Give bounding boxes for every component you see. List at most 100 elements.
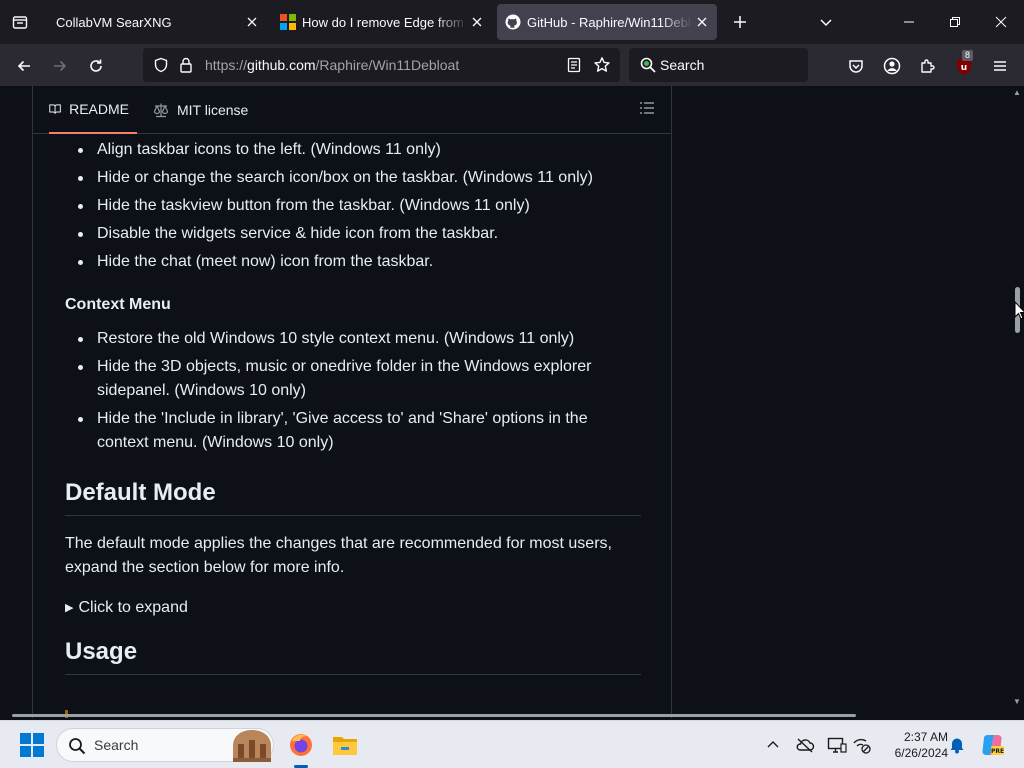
close-window-button[interactable] [978, 0, 1024, 44]
search-icon [69, 738, 86, 755]
close-tab-icon[interactable] [243, 13, 261, 31]
puzzle-icon [921, 59, 935, 73]
firefox-view-button[interactable] [8, 10, 32, 34]
copilot-button[interactable]: PRE [978, 731, 1006, 759]
list-item: Hide or change the search icon/box on th… [78, 166, 641, 190]
triangle-right-icon: ▶ [65, 602, 74, 614]
list-item: Restore the old Windows 10 style context… [78, 327, 641, 351]
url-text[interactable]: https://github.com/Raphire/Win11Debloat [205, 57, 459, 73]
tab-title: CollabVM SearXNG [56, 14, 172, 30]
forward-button[interactable] [46, 52, 74, 80]
minimize-icon [904, 21, 914, 23]
chevron-down-icon [820, 19, 832, 27]
firefox-icon [290, 734, 312, 756]
readme-header: README MIT license [33, 86, 671, 134]
network-tray[interactable] [850, 733, 874, 757]
taskbar-options-list: Align taskbar icons to the left. (Window… [65, 138, 641, 274]
default-mode-description: The default mode applies the changes tha… [65, 535, 612, 576]
chevron-up-icon [767, 741, 779, 748]
expand-label: Click to expand [78, 599, 188, 616]
tab-title: GitHub - Raphire/Win11Debloat [527, 14, 693, 30]
list-item: Hide the 'Include in library', 'Give acc… [78, 407, 641, 455]
default-mode-heading: Default Mode [65, 481, 641, 516]
tab-collabvm-searxng[interactable]: CollabVM SearXNG [42, 4, 267, 40]
app-menu-button[interactable] [986, 52, 1014, 80]
account-icon [883, 57, 901, 75]
tab-remove-edge[interactable]: How do I remove Edge from my [272, 4, 492, 40]
restore-button[interactable] [932, 0, 978, 44]
folder-icon [333, 737, 357, 755]
firefox-view-icon [12, 16, 28, 29]
system-clock[interactable]: 2:37 AM 6/26/2024 [878, 729, 948, 761]
tab-mit-license[interactable]: MIT license [153, 86, 248, 134]
url-scheme: https:// [205, 57, 248, 73]
outline-button[interactable] [639, 100, 655, 121]
close-tab-icon[interactable] [468, 13, 486, 31]
close-tab-icon[interactable] [693, 13, 711, 31]
hamburger-menu-icon [994, 61, 1006, 71]
pocket-button[interactable] [842, 52, 870, 80]
tab-github-win11debloat[interactable]: GitHub - Raphire/Win11Debloat [497, 4, 717, 40]
notifications-button[interactable] [945, 733, 969, 757]
back-button[interactable] [10, 52, 38, 80]
url-host: github.com [247, 57, 316, 73]
list-outline-icon [640, 102, 654, 114]
extensions-button[interactable] [914, 52, 942, 80]
svg-text:PRE: PRE [991, 748, 1004, 755]
onedrive-tray[interactable] [793, 733, 817, 757]
url-path: /Raphire/Win11Debloat [315, 57, 460, 73]
start-button[interactable] [20, 733, 44, 757]
copilot-icon: PRE [982, 735, 1004, 755]
search-bar[interactable]: Search [629, 48, 808, 82]
shield-icon[interactable] [153, 57, 169, 73]
scroll-down-arrow-icon[interactable]: ▼ [1013, 697, 1021, 706]
taskbar-file-explorer[interactable] [329, 729, 361, 761]
windows-taskbar: Search 2:37 AM 6/26/2024 PRE [0, 720, 1024, 768]
reload-button[interactable] [82, 52, 110, 80]
click-to-expand-toggle[interactable]: ▶ Click to expand [65, 596, 641, 620]
lock-icon[interactable] [179, 57, 193, 73]
taskbar-search-box[interactable]: Search [56, 728, 274, 762]
horizontal-scrollbar[interactable] [12, 714, 856, 717]
minimize-button[interactable] [886, 0, 932, 44]
account-button[interactable] [878, 52, 906, 80]
blocked-count-badge: 8 [962, 50, 974, 61]
pocket-icon [849, 60, 863, 73]
clock-date: 6/26/2024 [894, 746, 948, 760]
scale-icon [153, 103, 169, 118]
list-item: Hide the 3D objects, music or onedrive f… [78, 355, 641, 403]
tab-title: How do I remove Edge from my [302, 14, 468, 30]
ublock-origin-button[interactable]: u 8 [950, 50, 978, 80]
reader-view-icon[interactable] [567, 57, 581, 73]
monitor-icon [827, 737, 847, 753]
reload-icon [90, 59, 102, 72]
clock-time: 2:37 AM [903, 730, 948, 744]
microsoft-logo-icon [280, 14, 296, 30]
book-icon [49, 104, 61, 115]
new-tab-button[interactable] [728, 10, 752, 34]
svg-text:u: u [961, 63, 967, 73]
show-hidden-icons-button[interactable] [761, 733, 785, 757]
taskbar-search-placeholder: Search [94, 737, 139, 753]
windows-logo-icon [20, 733, 31, 744]
context-menu-options-list: Restore the old Windows 10 style context… [65, 327, 641, 455]
display-tray[interactable] [825, 733, 849, 757]
plus-icon [734, 16, 746, 28]
mouse-cursor-icon [1014, 301, 1024, 320]
taskbar-firefox[interactable] [285, 729, 317, 761]
tab-readme[interactable]: README [49, 86, 137, 134]
restore-icon [950, 17, 960, 27]
bookmark-star-icon[interactable] [593, 56, 611, 74]
scroll-up-arrow-icon[interactable]: ▲ [1013, 88, 1021, 97]
firefox-window: CollabVM SearXNG How do I remove Edge fr… [0, 0, 1024, 768]
search-engine-icon [640, 57, 656, 73]
list-all-tabs-button[interactable] [814, 10, 838, 34]
github-logo-icon [505, 14, 521, 30]
tab-strip: CollabVM SearXNG How do I remove Edge fr… [0, 0, 1024, 44]
usage-heading: Usage [65, 640, 641, 675]
context-menu-heading: Context Menu [65, 296, 171, 313]
search-highlight-illustration-icon [233, 730, 271, 762]
address-bar[interactable]: https://github.com/Raphire/Win11Debloat [143, 48, 620, 82]
list-item: Disable the widgets service & hide icon … [78, 222, 641, 246]
license-tab-label: MIT license [177, 102, 249, 118]
